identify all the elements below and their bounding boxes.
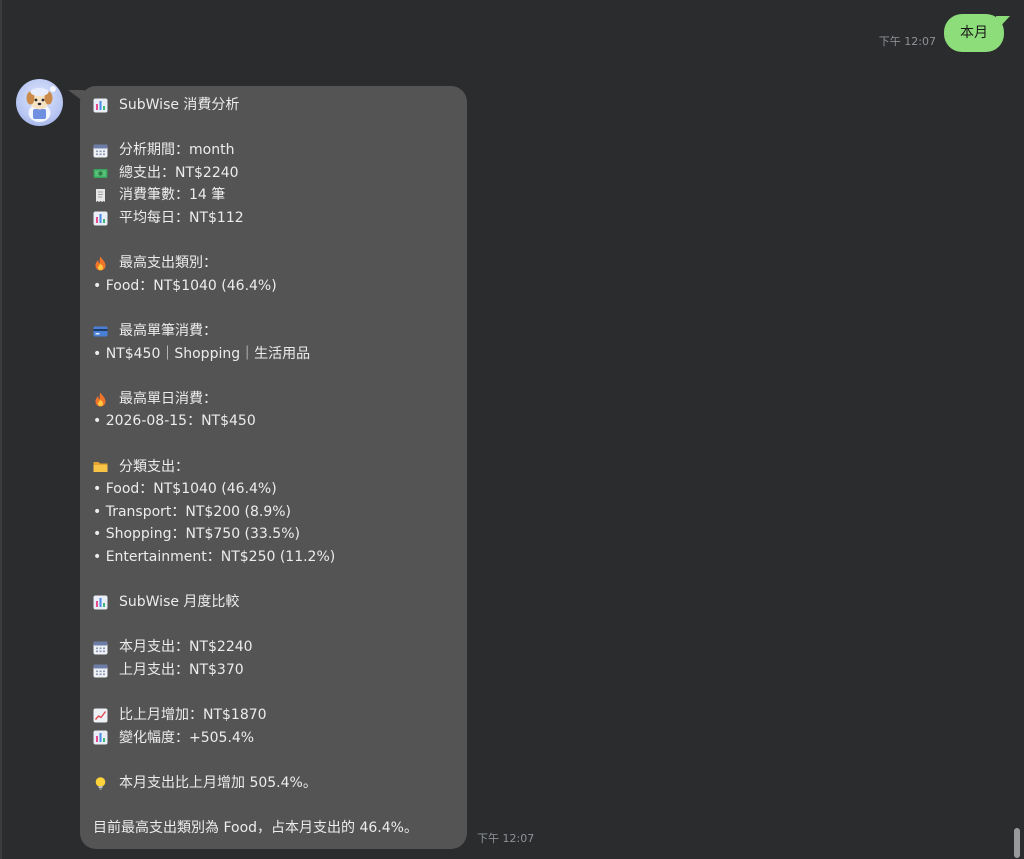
message-line-text: 變化幅度：+505.4% — [119, 729, 255, 746]
calendar-icon — [93, 640, 108, 655]
outgoing-message-bubble[interactable]: 本月 — [944, 14, 1004, 52]
window-edge — [0, 0, 2, 859]
message-line: • Food：NT$1040 (46.4%) — [93, 478, 455, 501]
message-line-text: 目前最高支出類別為 Food，占本月支出的 46.4%。 — [93, 820, 418, 836]
message-line: 消費筆數：14 筆 — [93, 184, 455, 207]
message-line-text: SubWise 消費分析 — [119, 97, 240, 113]
message-line: 分類支出： — [93, 456, 455, 479]
message-line-text: • 2026-08-15：NT$450 — [93, 413, 256, 430]
message-line-text: 分析期間：month — [119, 142, 235, 159]
message-line-text: 上月支出：NT$370 — [119, 661, 244, 678]
message-line: 分析期間：month — [93, 139, 455, 162]
message-line: • Transport：NT$200 (8.9%) — [93, 501, 455, 524]
message-line-text: • Food：NT$1040 (46.4%) — [93, 481, 277, 498]
message-line-text: 平均每日：NT$112 — [119, 209, 244, 226]
chat-area[interactable]: 下午 12:07 本月 SubWise 消費分析 分析期間：month 總支出：NT… — [0, 0, 1024, 859]
fire-icon — [93, 256, 108, 271]
dog-avatar-icon — [26, 86, 56, 122]
receipt-icon — [93, 188, 108, 203]
message-line-text: 本月支出：NT$2240 — [119, 639, 253, 656]
message-line-text: • NT$450｜Shopping｜生活用品 — [93, 345, 311, 362]
message-line: • 2026-08-15：NT$450 — [93, 410, 455, 433]
lightbulb-icon — [93, 776, 108, 791]
bar-chart-icon — [93, 730, 108, 745]
message-line-text: • Food：NT$1040 (46.4%) — [93, 277, 277, 294]
calendar-icon — [93, 143, 108, 158]
incoming-message-bubble[interactable]: SubWise 消費分析 分析期間：month 總支出：NT$2240 消費筆數：14… — [80, 86, 467, 849]
bar-chart-icon — [93, 595, 108, 610]
trend-up-icon — [93, 708, 108, 723]
message-line: • NT$450｜Shopping｜生活用品 — [93, 343, 455, 366]
message-line-text: 消費筆數：14 筆 — [119, 187, 226, 204]
incoming-timestamp: 下午 12:07 — [477, 832, 535, 845]
message-line-text: SubWise 月度比較 — [119, 594, 240, 611]
message-line: 本月支出：NT$2240 — [93, 636, 455, 659]
message-line: 最高支出類別： — [93, 252, 455, 275]
message-line: 變化幅度：+505.4% — [93, 727, 455, 750]
message-line: • Shopping：NT$750 (33.5%) — [93, 523, 455, 546]
chat-scrollbar[interactable] — [1014, 828, 1020, 858]
message-line: 比上月增加：NT$1870 — [93, 704, 455, 727]
message-line: • Food：NT$1040 (46.4%) — [93, 275, 455, 298]
message-line: SubWise 消費分析 — [93, 94, 455, 117]
message-line: 最高單筆消費： — [93, 320, 455, 343]
folder-icon — [93, 459, 108, 474]
outgoing-message-row: 下午 12:07 本月 — [879, 14, 1004, 52]
money-icon — [93, 166, 108, 181]
message-line: 平均每日：NT$112 — [93, 207, 455, 230]
message-line: 上月支出：NT$370 — [93, 659, 455, 682]
message-line: 本月支出比上月增加 505.4%。 — [93, 772, 455, 795]
message-line-text: 比上月增加：NT$1870 — [119, 707, 267, 724]
message-line-text: • Transport：NT$200 (8.9%) — [93, 503, 291, 520]
bar-chart-icon — [93, 98, 108, 113]
message-line: 總支出：NT$2240 — [93, 162, 455, 185]
message-line: 目前最高支出類別為 Food，占本月支出的 46.4%。 — [93, 817, 455, 840]
fire-icon — [93, 392, 108, 407]
message-line: 最高單日消費： — [93, 388, 455, 411]
message-line-text: 最高支出類別： — [119, 255, 217, 272]
message-line-text: 分類支出： — [119, 458, 189, 475]
message-line-text: • Shopping：NT$750 (33.5%) — [93, 526, 300, 543]
credit-card-icon — [93, 324, 108, 339]
bot-avatar[interactable] — [16, 79, 63, 126]
message-line-text: 最高單筆消費： — [119, 322, 217, 339]
message-line: SubWise 月度比較 — [93, 591, 455, 614]
bar-chart-icon — [93, 211, 108, 226]
message-line-text: 總支出：NT$2240 — [119, 164, 239, 181]
message-line-text: 最高單日消費： — [119, 390, 217, 407]
message-line-text: • Entertainment：NT$250 (11.2%) — [93, 548, 336, 565]
calendar-icon — [93, 663, 108, 678]
message-line: • Entertainment：NT$250 (11.2%) — [93, 546, 455, 569]
message-line-text: 本月支出比上月增加 505.4%。 — [119, 774, 317, 791]
outgoing-timestamp: 下午 12:07 — [878, 35, 936, 48]
